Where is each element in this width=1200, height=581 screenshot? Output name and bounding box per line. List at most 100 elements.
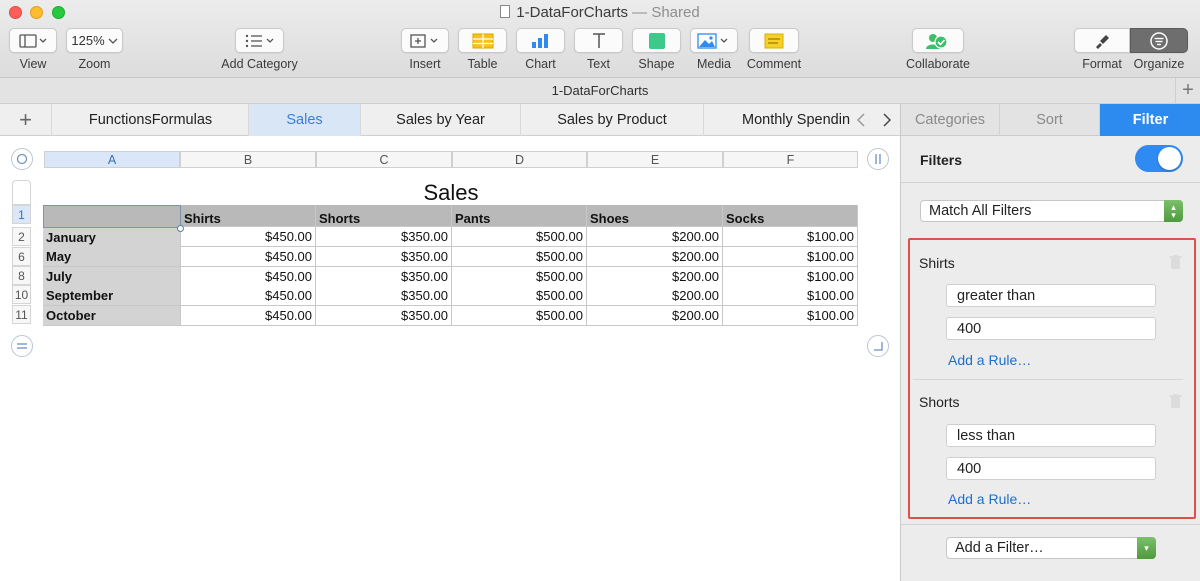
row-header-2[interactable]: 2 [12, 227, 31, 246]
table-cell[interactable]: $100.00 [723, 227, 858, 247]
row-header-6[interactable]: 6 [12, 247, 31, 266]
insert-button[interactable] [401, 28, 449, 53]
add-category-button[interactable] [235, 28, 284, 53]
table-cell[interactable]: $500.00 [452, 306, 587, 326]
row-label-october[interactable]: October [43, 306, 181, 326]
media-button[interactable] [690, 28, 738, 53]
collaborate-icon [926, 33, 948, 49]
table-cell-a1[interactable] [43, 205, 181, 228]
shape-button[interactable] [632, 28, 681, 53]
table-cell[interactable]: $200.00 [587, 227, 723, 247]
inspector-tab-sort[interactable]: Sort [1000, 104, 1100, 136]
scroll-tabs-left-button[interactable] [848, 104, 874, 136]
header-cell-shirts[interactable]: Shirts [181, 205, 316, 227]
add-rule-link[interactable]: Add a Rule… [948, 352, 1031, 368]
add-rule-link[interactable]: Add a Rule… [948, 491, 1031, 507]
filters-toggle[interactable] [1135, 145, 1183, 172]
view-button[interactable] [9, 28, 57, 53]
row-header-8[interactable]: 8 [12, 266, 31, 285]
column-header-d[interactable]: D [452, 151, 587, 168]
column-handle-icon [875, 154, 881, 164]
column-header-b[interactable]: B [180, 151, 316, 168]
popup-arrows-icon: ▴ ▾ [1164, 200, 1183, 222]
row-header-11[interactable]: 11 [12, 305, 31, 324]
row-label-september[interactable]: September [43, 286, 181, 306]
cell-selection-handle[interactable] [177, 225, 184, 232]
format-label: Format [1082, 57, 1122, 71]
organize-button[interactable] [1130, 28, 1188, 53]
row-label-july[interactable]: July [43, 267, 181, 287]
table-cell[interactable]: $200.00 [587, 247, 723, 267]
comment-button[interactable] [749, 28, 799, 53]
table-cell[interactable]: $100.00 [723, 306, 858, 326]
header-cell-shoes[interactable]: Shoes [587, 205, 723, 227]
table-cell[interactable]: $450.00 [181, 286, 316, 306]
filter-value-input[interactable]: 400 [946, 457, 1156, 480]
column-header-e[interactable]: E [587, 151, 723, 168]
text-button[interactable] [574, 28, 623, 53]
zoom-popup[interactable]: 125% [66, 28, 123, 53]
table-cell[interactable]: $200.00 [587, 306, 723, 326]
new-tab-button[interactable]: + [1175, 78, 1200, 104]
filter-condition-select[interactable]: less than [946, 424, 1156, 447]
table-cell[interactable]: $100.00 [723, 247, 858, 267]
table-cell[interactable]: $350.00 [316, 267, 452, 287]
header-cell-pants[interactable]: Pants [452, 205, 587, 227]
table-cell[interactable]: $350.00 [316, 227, 452, 247]
row-header-1[interactable]: 1 [12, 205, 31, 224]
filter-value-input[interactable]: 400 [946, 317, 1156, 340]
table-cell[interactable]: $350.00 [316, 286, 452, 306]
sheet-tab-sales[interactable]: Sales [249, 104, 361, 136]
table-cell[interactable]: $450.00 [181, 247, 316, 267]
table-cell[interactable]: $350.00 [316, 306, 452, 326]
row-header-10[interactable]: 10 [12, 285, 31, 304]
column-header-a[interactable]: A [44, 151, 180, 168]
sheet-tab-monthly-spending[interactable]: Monthly Spending [704, 104, 850, 136]
table-cell[interactable]: $200.00 [587, 286, 723, 306]
add-filter-popup[interactable]: Add a Filter… ▾ [946, 537, 1156, 559]
add-column-handle[interactable] [867, 148, 889, 170]
comment-label: Comment [746, 57, 802, 71]
table-cell[interactable]: $100.00 [723, 286, 858, 306]
organize-icon [1150, 31, 1168, 50]
resize-table-handle[interactable] [867, 335, 889, 357]
sheet-tab-functionsformulas[interactable]: FunctionsFormulas [53, 104, 249, 136]
table-cell[interactable]: $500.00 [452, 267, 587, 287]
scroll-tabs-right-button[interactable] [874, 104, 900, 136]
sheet-tab-sales-by-product[interactable]: Sales by Product [521, 104, 704, 136]
trash-icon[interactable] [1169, 255, 1182, 270]
inspector-tab-filter[interactable]: Filter [1100, 104, 1200, 136]
header-cell-shorts[interactable]: Shorts [316, 205, 452, 227]
table-cell[interactable]: $500.00 [452, 227, 587, 247]
table-cell[interactable]: $200.00 [587, 267, 723, 287]
column-header-c[interactable]: C [316, 151, 452, 168]
header-cell-socks[interactable]: Socks [723, 205, 858, 227]
format-button[interactable] [1074, 28, 1130, 53]
add-sheet-button[interactable]: + [0, 104, 52, 136]
document-icon [500, 5, 511, 18]
row-label-may[interactable]: May [43, 247, 181, 267]
chart-button[interactable] [516, 28, 565, 53]
sheet-tab-sales-by-year[interactable]: Sales by Year [361, 104, 521, 136]
window-title: 1-DataForCharts — Shared [0, 4, 1200, 21]
column-header-f[interactable]: F [723, 151, 858, 168]
filter-condition-select[interactable]: greater than [946, 284, 1156, 307]
table-cell[interactable]: $450.00 [181, 267, 316, 287]
table-cell[interactable]: $450.00 [181, 306, 316, 326]
filter-column-shirts: Shirts [919, 255, 955, 271]
inspector-tab-categories[interactable]: Categories [901, 104, 1000, 136]
table-button[interactable] [458, 28, 507, 53]
table-cell[interactable]: $500.00 [452, 247, 587, 267]
table-cell[interactable]: $500.00 [452, 286, 587, 306]
match-filters-popup[interactable]: Match All Filters ▴ ▾ [920, 200, 1183, 222]
table-cell[interactable]: $100.00 [723, 267, 858, 287]
table-cell[interactable]: $450.00 [181, 227, 316, 247]
collaborate-button[interactable] [912, 28, 964, 53]
add-row-handle[interactable] [11, 335, 33, 357]
select-table-handle[interactable] [11, 148, 33, 170]
trash-icon[interactable] [1169, 394, 1182, 409]
shape-icon [648, 32, 665, 49]
table-cell[interactable]: $350.00 [316, 247, 452, 267]
table-title[interactable]: Sales [43, 180, 859, 206]
row-label-january[interactable]: January [43, 228, 181, 248]
